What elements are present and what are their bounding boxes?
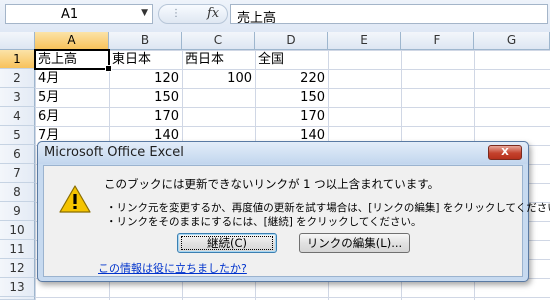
update-links-dialog: Microsoft Office Excel X このブックには更新できないリン…	[37, 141, 550, 282]
chevron-down-icon[interactable]: ▼	[141, 8, 148, 18]
cell-a4[interactable]: 6月	[35, 107, 109, 126]
dialog-title: Microsoft Office Excel	[44, 145, 184, 160]
warning-icon	[59, 185, 91, 213]
column-header-e[interactable]: E	[328, 32, 401, 50]
fill-handle[interactable]	[105, 65, 112, 72]
column-header-b[interactable]: B	[109, 32, 182, 50]
continue-button[interactable]: 継続(C)	[177, 233, 277, 253]
row-header-10[interactable]: 10	[0, 221, 35, 240]
column-header-a[interactable]: A	[35, 32, 109, 50]
row-header-3[interactable]: 3	[0, 88, 35, 107]
row-header-5[interactable]: 5	[0, 126, 35, 145]
help-feedback-link[interactable]: この情報は役に立ちましたか?	[98, 260, 247, 276]
cell-b1[interactable]: 東日本	[109, 50, 182, 69]
row-header-1[interactable]: 1	[0, 50, 35, 69]
dialog-note-continue: ・リンクをそのままにするには、[継続] をクリックしてください。	[106, 216, 422, 228]
row-header-11[interactable]: 11	[0, 240, 35, 259]
row-header-8[interactable]: 8	[0, 183, 35, 202]
cell-d1[interactable]: 全国	[255, 50, 328, 69]
column-header-d[interactable]: D	[255, 32, 328, 50]
resize-grip-icon[interactable]: ⋮	[171, 8, 181, 19]
edit-links-button-label: リンクの編集(L)...	[306, 236, 403, 250]
close-button[interactable]: X	[488, 145, 522, 160]
select-all-corner[interactable]	[0, 32, 35, 50]
cell-d4[interactable]: 170	[255, 107, 328, 126]
row-header-13[interactable]: 13	[0, 278, 35, 297]
formula-input[interactable]: 売上高	[230, 4, 548, 26]
column-header-g[interactable]: G	[474, 32, 550, 50]
formula-input-value: 売上高	[237, 11, 277, 26]
column-header-f[interactable]: F	[401, 32, 474, 50]
dialog-body: このブックには更新できないリンクが 1 つ以上含まれています。 ・リンク元を変更…	[43, 165, 550, 277]
cell-b4[interactable]: 170	[109, 107, 182, 126]
row-header-7[interactable]: 7	[0, 164, 35, 183]
dialog-message: このブックには更新できないリンクが 1 つ以上含まれています。	[104, 177, 440, 191]
focus-ring	[181, 236, 273, 250]
active-cell-indicator	[34, 49, 112, 72]
column-header-c[interactable]: C	[182, 32, 255, 50]
cell-b3[interactable]: 150	[109, 88, 182, 107]
row-header-12[interactable]: 12	[0, 259, 35, 278]
row-header-2[interactable]: 2	[0, 69, 35, 88]
cell-c2[interactable]: 100	[182, 69, 255, 88]
insert-function-icon[interactable]: fx	[207, 6, 219, 21]
cell-a2[interactable]: 4月	[35, 69, 109, 88]
edit-links-button[interactable]: リンクの編集(L)...	[299, 233, 410, 253]
formula-bar: A1 ▼ ⋮ fx 売上高	[0, 0, 550, 33]
row-header-6[interactable]: 6	[0, 145, 35, 164]
name-box[interactable]: A1 ▼	[5, 4, 153, 24]
cell-c1[interactable]: 西日本	[182, 50, 255, 69]
cell-d3[interactable]: 150	[255, 88, 328, 107]
cell-d2[interactable]: 220	[255, 69, 328, 88]
row-header-9[interactable]: 9	[0, 202, 35, 221]
row-header-4[interactable]: 4	[0, 107, 35, 126]
formula-bar-tools: ⋮ fx	[158, 4, 228, 24]
dialog-titlebar[interactable]: Microsoft Office Excel X	[38, 142, 528, 164]
cell-b2[interactable]: 120	[109, 69, 182, 88]
cell-a3[interactable]: 5月	[35, 88, 109, 107]
name-box-value: A1	[61, 7, 79, 22]
dialog-note-edit-links: ・リンク元を変更するか、再度値の更新を試す場合は、[リンクの編集] をクリックし…	[106, 202, 550, 214]
